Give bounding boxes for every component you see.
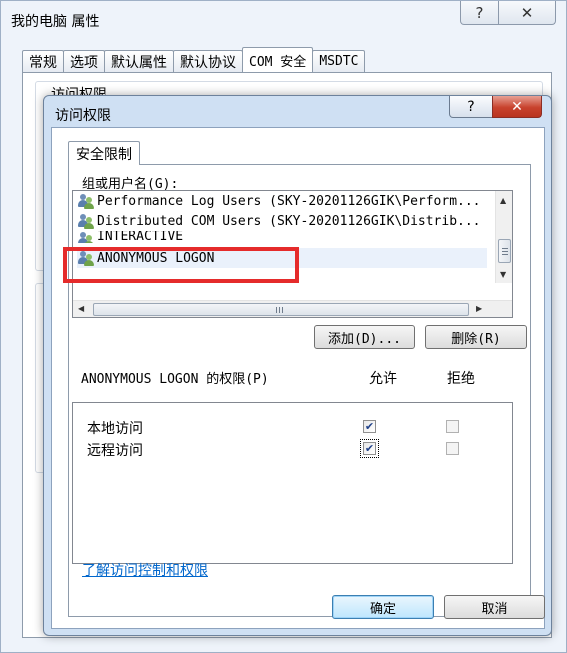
permissions-list: 本地访问 ✔ 远程访问 ✔: [72, 402, 513, 564]
tab-com-security[interactable]: COM 安全: [242, 47, 314, 72]
list-item[interactable]: INTERACTIVE: [77, 231, 487, 245]
deny-checkbox[interactable]: [446, 420, 459, 433]
user-group-icon: [77, 193, 95, 209]
tab-default-properties[interactable]: 默认属性: [104, 50, 174, 72]
scroll-left-icon[interactable]: ◀: [78, 305, 84, 313]
allow-checkbox[interactable]: ✔: [363, 420, 376, 433]
close-icon: ✕: [520, 3, 534, 22]
highlight-box: [63, 247, 299, 283]
dialog-body: 安全限制 组或用户名(G): Performance Log Users (SK…: [51, 127, 545, 629]
user-name: Performance Log Users (SKY-20201126GIK\P…: [97, 193, 481, 209]
permission-row: 远程访问 ✔: [73, 439, 512, 459]
tab-msdtc[interactable]: MSDTC: [312, 50, 366, 72]
close-icon: ✕: [511, 98, 523, 115]
vertical-scroll-thumb[interactable]: [498, 239, 511, 263]
remove-button[interactable]: 删除(R): [425, 325, 527, 349]
permission-name: 本地访问: [87, 421, 143, 437]
help-icon: ?: [475, 3, 484, 22]
dialog-close-button[interactable]: ✕: [492, 96, 542, 118]
user-group-icon: [77, 231, 95, 243]
add-button[interactable]: 添加(D)...: [314, 325, 415, 349]
tab-security-limits[interactable]: 安全限制: [68, 141, 140, 165]
dialog-help-button[interactable]: ?: [449, 96, 493, 118]
ok-button[interactable]: 确定: [332, 595, 434, 619]
vertical-scrollbar[interactable]: ▲ ▼: [495, 191, 512, 283]
allow-checkbox[interactable]: ✔: [360, 439, 379, 458]
scroll-down-icon[interactable]: ▼: [500, 271, 506, 279]
user-name: Distributed COM Users (SKY-20201126GIK\D…: [97, 213, 481, 229]
tab-general[interactable]: 常规: [22, 50, 64, 72]
permission-name: 远程访问: [87, 443, 143, 459]
permissions-label: ANONYMOUS LOGON 的权限(P): [81, 372, 269, 387]
allow-header: 允许: [369, 371, 397, 387]
help-button[interactable]: ?: [460, 1, 499, 25]
dialog-title: 访问权限: [55, 108, 111, 124]
access-permission-dialog: 访问权限 ? ✕ 安全限制 组或用户名(G): Performance Log …: [43, 95, 552, 636]
window-title: 我的电脑 属性: [11, 14, 100, 30]
permission-row: 本地访问 ✔: [73, 417, 512, 437]
help-icon: ?: [467, 98, 475, 115]
deny-checkbox[interactable]: [446, 442, 459, 455]
learn-access-control-link[interactable]: 了解访问控制和权限: [82, 560, 208, 580]
scroll-right-icon[interactable]: ▶: [476, 305, 482, 313]
list-item[interactable]: Performance Log Users (SKY-20201126GIK\P…: [77, 191, 487, 211]
user-name: INTERACTIVE: [97, 231, 184, 244]
tab-strip: 常规 选项 默认属性 默认协议 COM 安全 MSDTC: [22, 47, 366, 72]
cancel-button[interactable]: 取消: [444, 595, 545, 619]
scroll-up-icon[interactable]: ▲: [500, 197, 506, 205]
horizontal-scroll-thumb[interactable]: [93, 303, 469, 316]
tab-options[interactable]: 选项: [63, 50, 105, 72]
user-group-icon: [77, 213, 95, 229]
tab-default-protocols[interactable]: 默认协议: [173, 50, 243, 72]
deny-header: 拒绝: [447, 371, 475, 387]
list-item[interactable]: Distributed COM Users (SKY-20201126GIK\D…: [77, 211, 487, 231]
horizontal-scrollbar[interactable]: ◀ ▶: [73, 300, 512, 317]
close-button[interactable]: ✕: [498, 1, 556, 25]
